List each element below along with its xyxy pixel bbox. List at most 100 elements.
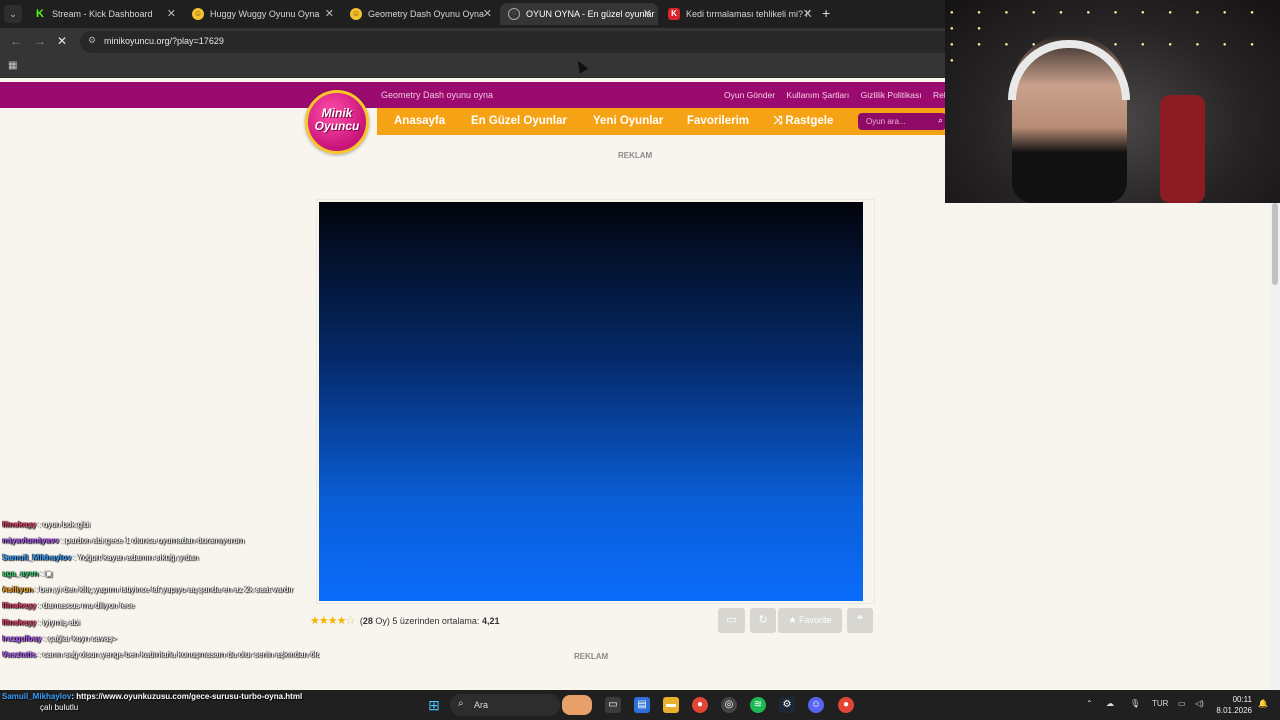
microphone-icon[interactable]: 🎙 (1130, 699, 1140, 708)
chat-username: aga_ayen (2, 568, 39, 578)
favorite-button[interactable]: ★ Favorite (778, 608, 842, 633)
search-icon[interactable]: ⌕ (938, 115, 943, 126)
logo-text-line2: Oyuncu (314, 119, 360, 133)
nav-best-games[interactable]: En Güzel Oyunlar (471, 115, 567, 127)
chat-message: flinskeyy : oyun bok gibi (2, 517, 320, 533)
webcam-chair (1160, 95, 1205, 203)
file-explorer-icon[interactable]: ▬ (663, 697, 679, 713)
close-icon[interactable]: ✕ (325, 3, 334, 25)
network-icon[interactable]: ▭ (1178, 699, 1186, 708)
top-link-terms[interactable]: Kullanım Şartları (786, 90, 849, 100)
tab-title: Huggy Wuggy Oyunu Oyna (210, 9, 320, 19)
chrome-icon[interactable]: ● (692, 697, 708, 713)
nav-new-games[interactable]: Yeni Oyunlar (593, 115, 663, 127)
scrollbar-thumb[interactable] (1272, 203, 1278, 285)
chat-message: lrazgulbay : çağlar koyn cavaş> (2, 631, 320, 647)
chat-message: Samuil_Mikhaylov : Yoğurt kayan adamın s… (2, 550, 320, 566)
site-logo[interactable]: Minik Oyuncu (305, 90, 369, 154)
stream-chat-overlay: flinskeyy : oyun bok gibi miyavlumiyavv … (2, 517, 320, 664)
close-icon[interactable]: ✕ (167, 3, 176, 25)
reload-game-button[interactable]: ↻ (750, 608, 776, 633)
chat-message: Asiliyun : ben yi den kiliç yapımı istiy… (2, 582, 320, 598)
app-icon[interactable]: ◎ (721, 697, 737, 713)
site-top-links: Oyun Gönder Kullanım Şartları Gizlilik P… (724, 90, 957, 100)
language-indicator[interactable]: TUR (1152, 699, 1168, 708)
site-info-icon[interactable]: ⚙ (88, 35, 96, 46)
star-icon: ★ (788, 615, 800, 625)
tab-oyun-oyna[interactable]: ◌ OYUN OYNA - En güzel oyunlar ✕ (500, 3, 658, 25)
tray-overflow-icon[interactable]: ⌃ (1086, 699, 1093, 708)
chat-text: : (40, 568, 43, 578)
tab-geometry-dash[interactable]: ☺ Geometry Dash Oyunu Oyna ✕ (342, 3, 498, 25)
apps-grid-icon[interactable]: ▦ (8, 60, 17, 71)
tab-kedi[interactable]: K Kedi tırmalaması tehlikeli mi? K ✕ (660, 3, 818, 25)
tab-title: Stream - Kick Dashboard (52, 9, 153, 19)
forward-arrow-icon[interactable]: → (34, 34, 46, 48)
chat-username: Asiliyun (2, 585, 34, 595)
refresh-icon: ↻ (758, 614, 768, 626)
close-icon[interactable]: ✕ (643, 3, 652, 25)
clock-date: 8.01.2026 (1216, 706, 1252, 715)
favorite-label: Favorite (799, 615, 832, 625)
search-placeholder: Oyun ara... (866, 117, 906, 126)
tab-title: Kedi tırmalaması tehlikeli mi? K (686, 9, 812, 19)
comments-button[interactable]: ❝ (847, 608, 873, 633)
chat-text: : pardon abi gece 1 olunca uyumadan dura… (61, 536, 245, 546)
chat-text: : iyiymiş abi (38, 617, 80, 627)
spotify-icon[interactable]: ≋ (750, 697, 766, 713)
close-icon[interactable]: ✕ (483, 3, 492, 25)
chat-message: Vasztatis : canın sağ olsun yenge ben ka… (2, 647, 320, 663)
discord-icon[interactable]: ☺ (808, 697, 824, 713)
new-tab-plus-icon[interactable]: + (822, 5, 830, 21)
site-search-input[interactable]: Oyun ara... ⌕ (858, 113, 946, 130)
chat-username: flinskeyy (2, 617, 37, 627)
search-highlight-badge[interactable] (562, 695, 592, 715)
logo-text-line1: Minik (321, 106, 353, 120)
ad-label-bottom: REKLAM (574, 652, 609, 661)
taskbar-search[interactable]: ⌕ Ara (450, 694, 560, 716)
chat-username: miyavlumiyavv (2, 536, 59, 546)
chat-username: Samuil_Mikhaylov (2, 692, 72, 701)
chat-username: lrazgulbay (2, 634, 42, 644)
game-canvas[interactable] (319, 202, 863, 601)
weather-text: çalı bulutlu (40, 703, 79, 712)
chat-message: miyavlumiyavv : pardon abi gece 1 olunca… (2, 533, 320, 549)
top-link-submit[interactable]: Oyun Gönder (724, 90, 775, 100)
notification-icon[interactable]: 🔔 (1258, 699, 1268, 708)
windows-start-icon[interactable]: ⊞ (426, 697, 442, 713)
chat-emote-icon: ▣ (45, 568, 53, 578)
chat-text: : Yoğurt kayan adamın sıktığı yıdan (73, 552, 199, 562)
site-subtitle: Geometry Dash oyunu oyna (381, 90, 494, 100)
close-icon[interactable]: ✕ (803, 3, 812, 25)
store-icon[interactable]: ▤ (634, 697, 650, 713)
chat-link-overlay: Samuil_Mikhaylov: https://www.oyunkuzusu… (2, 691, 302, 713)
tab-search-menu-icon[interactable]: ⌄ (4, 5, 22, 23)
search-icon: ⌕ (458, 698, 464, 709)
taskbar-search-text: Ara (474, 700, 489, 710)
page-scrollbar[interactable] (1270, 203, 1280, 690)
back-arrow-icon[interactable]: ← (10, 34, 22, 48)
nav-home[interactable]: Anasayfa (394, 115, 445, 127)
fullscreen-button[interactable]: ▭ (718, 608, 745, 633)
nav-favorites[interactable]: Favorilerim (687, 115, 749, 127)
stop-loading-icon[interactable]: ✕ (57, 34, 67, 48)
kick-icon: K (34, 8, 46, 20)
ad-label-top: REKLAM (618, 151, 653, 160)
taskbar-clock[interactable]: 00:11 8.01.2026 (1214, 694, 1252, 716)
onedrive-icon[interactable]: ☁ (1106, 699, 1114, 708)
shuffle-icon: ⤨ (773, 115, 786, 127)
rating-text: Oy) 5 üzerinden ortalama: (375, 616, 480, 626)
volume-icon[interactable]: ◁) (1195, 699, 1204, 708)
nav-random[interactable]: ⤨ Rastgele (773, 115, 833, 128)
steam-icon[interactable]: ⚙ (779, 697, 795, 713)
tab-kick-dashboard[interactable]: K Stream - Kick Dashboard ✕ (26, 3, 182, 25)
chat-bubbles-icon: ❝ (857, 614, 863, 626)
top-link-privacy[interactable]: Gizlilik Politikası (861, 90, 922, 100)
chrome-active-icon[interactable]: ● (838, 697, 854, 713)
chat-text: : oyun bok gibi (38, 520, 91, 529)
chat-username: Vasztatis (2, 650, 37, 660)
address-bar[interactable]: ⚙ minikoyuncu.org/?play=17629 (80, 31, 960, 53)
smiley-icon: ☺ (350, 8, 362, 20)
tab-huggy-wuggy[interactable]: ☺ Huggy Wuggy Oyunu Oyna ✕ (184, 3, 340, 25)
task-view-icon[interactable]: ▭ (605, 697, 621, 713)
